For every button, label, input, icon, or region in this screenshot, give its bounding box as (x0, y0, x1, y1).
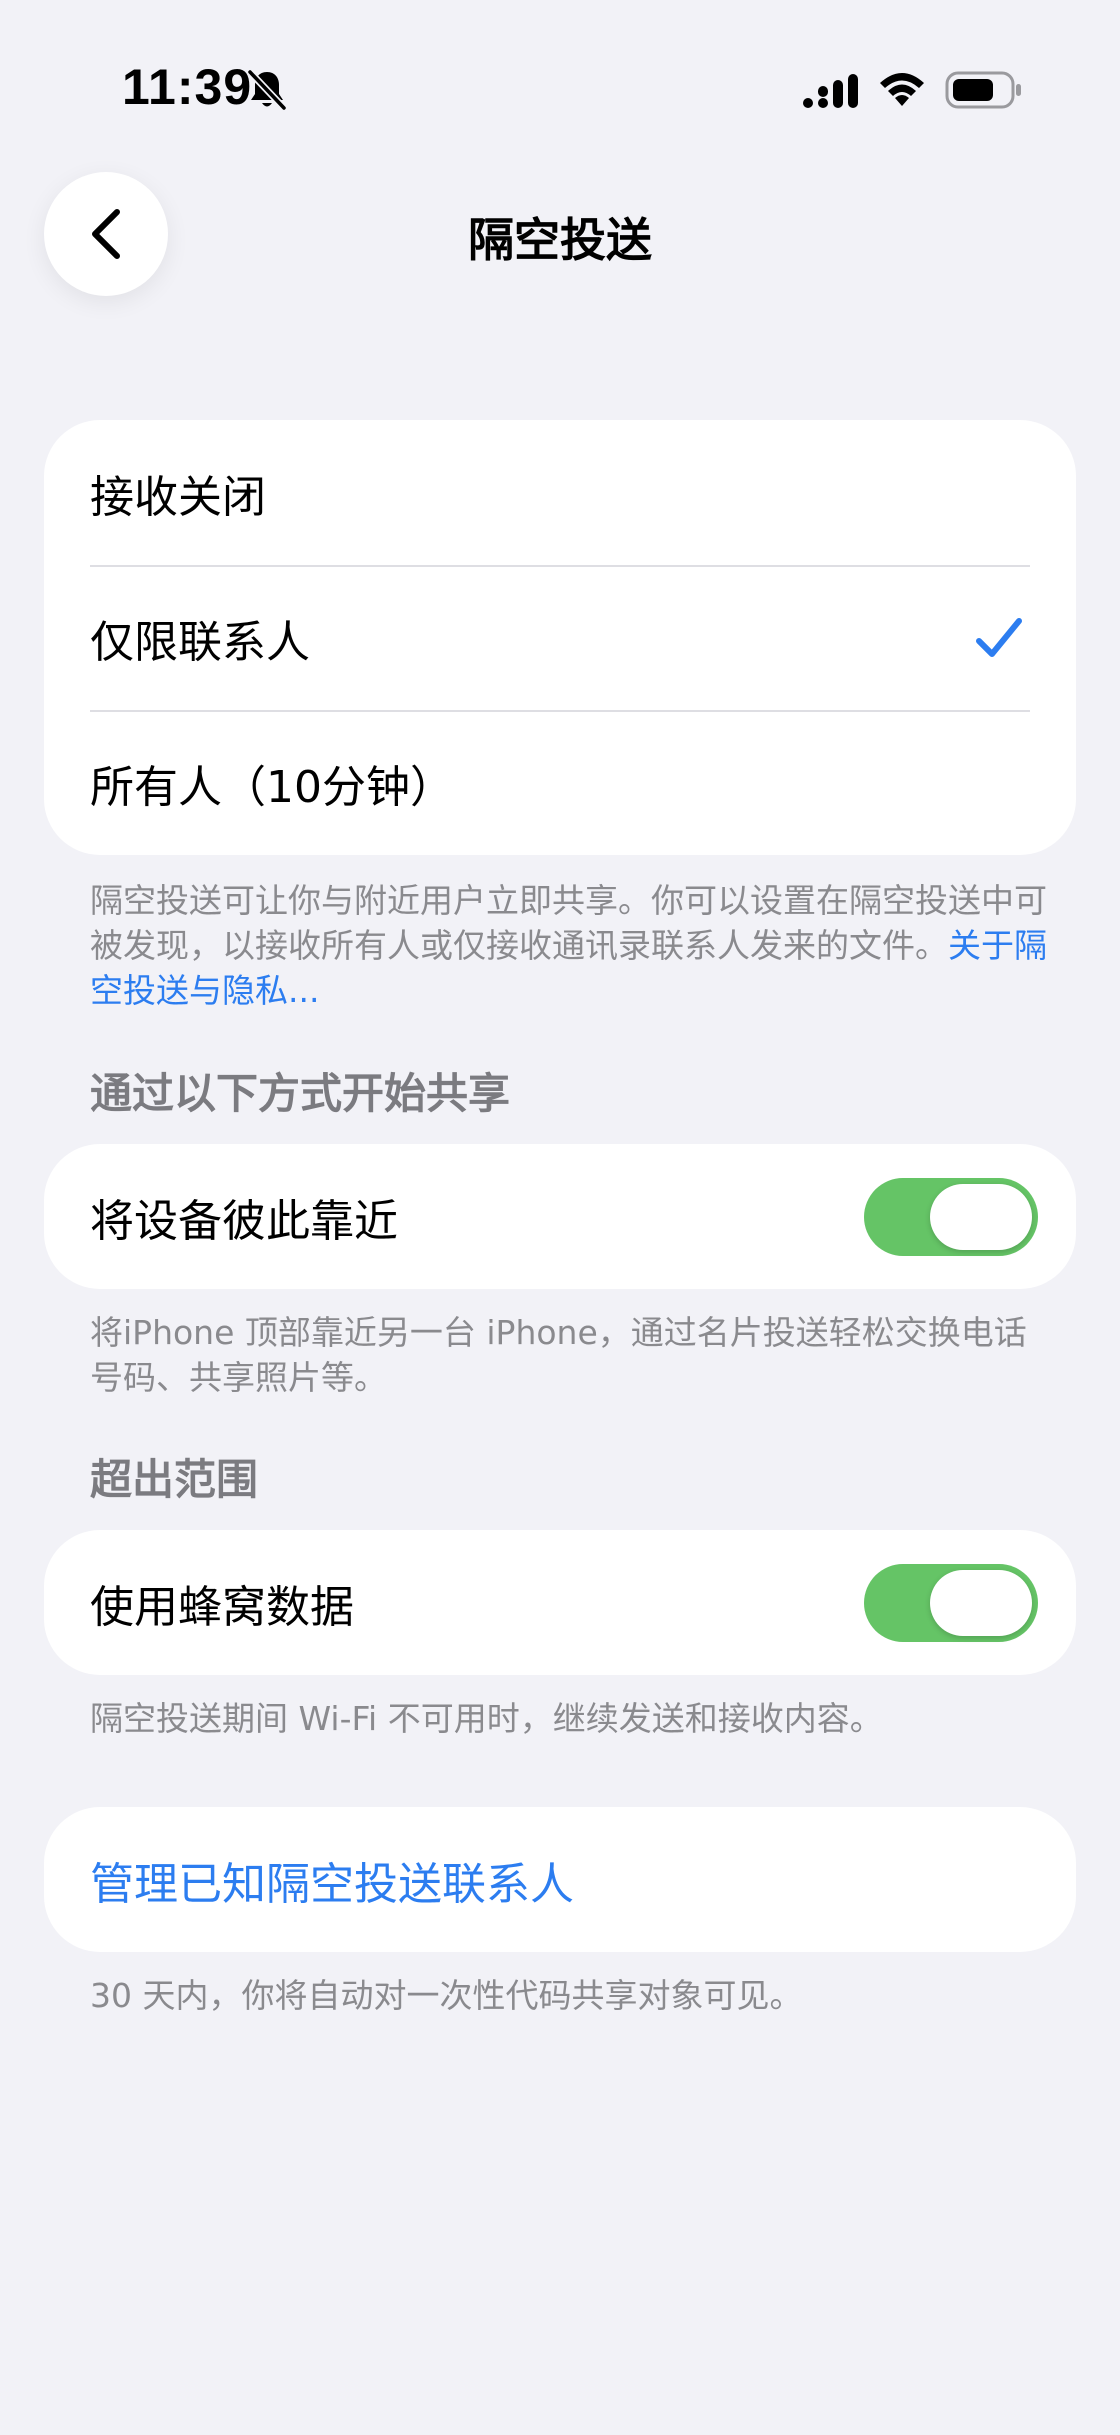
receive-options-group: 接收关闭 仅限联系人 所有人（10分钟） (44, 420, 1076, 855)
option-label: 所有人（10分钟） (90, 761, 454, 813)
bell-slash-icon (247, 69, 287, 111)
manage-footer: 30 天内，你将自动对一次性代码共享对象可见。 (90, 1976, 803, 2015)
section-header-out-of-range: 超出范围 (90, 1455, 259, 1504)
toggle-knob (930, 1183, 1032, 1250)
battery-icon (945, 71, 1021, 109)
option-everyone-10-min[interactable]: 所有人（10分钟） (44, 710, 1076, 855)
status-time: 11:39 (122, 59, 253, 115)
use-cellular-data-toggle[interactable] (864, 1563, 1038, 1642)
checkmark-icon (976, 617, 1022, 657)
row-label: 将设备彼此靠近 (90, 1195, 398, 1247)
use-cellular-data-row: 使用蜂窝数据 (44, 1530, 1076, 1675)
manage-known-contacts-button[interactable]: 管理已知隔空投送联系人 (44, 1807, 1076, 1952)
manage-group: 管理已知隔空投送联系人 (44, 1807, 1076, 1952)
start-sharing-group: 将设备彼此靠近 (44, 1144, 1076, 1289)
out-of-range-group: 使用蜂窝数据 (44, 1530, 1076, 1675)
bring-devices-together-row: 将设备彼此靠近 (44, 1144, 1076, 1289)
out-of-range-footer: 隔空投送期间 Wi-Fi 不可用时，继续发送和接收内容。 (90, 1699, 883, 1738)
toggle-knob (930, 1569, 1032, 1636)
receive-footer-text: 隔空投送可让你与附近用户立即共享。你可以设置在隔空投送中可被发现，以接收所有人或… (90, 881, 1047, 965)
option-contacts-only[interactable]: 仅限联系人 (44, 565, 1076, 710)
option-label: 仅限联系人 (90, 616, 310, 668)
row-label: 使用蜂窝数据 (90, 1581, 354, 1633)
section-header-start-sharing: 通过以下方式开始共享 (90, 1069, 511, 1118)
page-title: 隔空投送 (468, 213, 652, 267)
option-label: 接收关闭 (90, 471, 266, 523)
option-receiving-off[interactable]: 接收关闭 (44, 420, 1076, 565)
row-label: 管理已知隔空投送联系人 (90, 1858, 574, 1910)
status-bar: 11:39 (0, 0, 1120, 180)
cellular-signal-icon (803, 74, 858, 108)
wifi-icon (880, 73, 924, 106)
start-sharing-footer: 将iPhone 顶部靠近另一台 iPhone，通过名片投送轻松交换电话号码、共享… (90, 1313, 1027, 1397)
receive-footer: 隔空投送可让你与附近用户立即共享。你可以设置在隔空投送中可被发现，以接收所有人或… (90, 878, 1050, 1013)
bring-devices-together-toggle[interactable] (864, 1177, 1038, 1256)
